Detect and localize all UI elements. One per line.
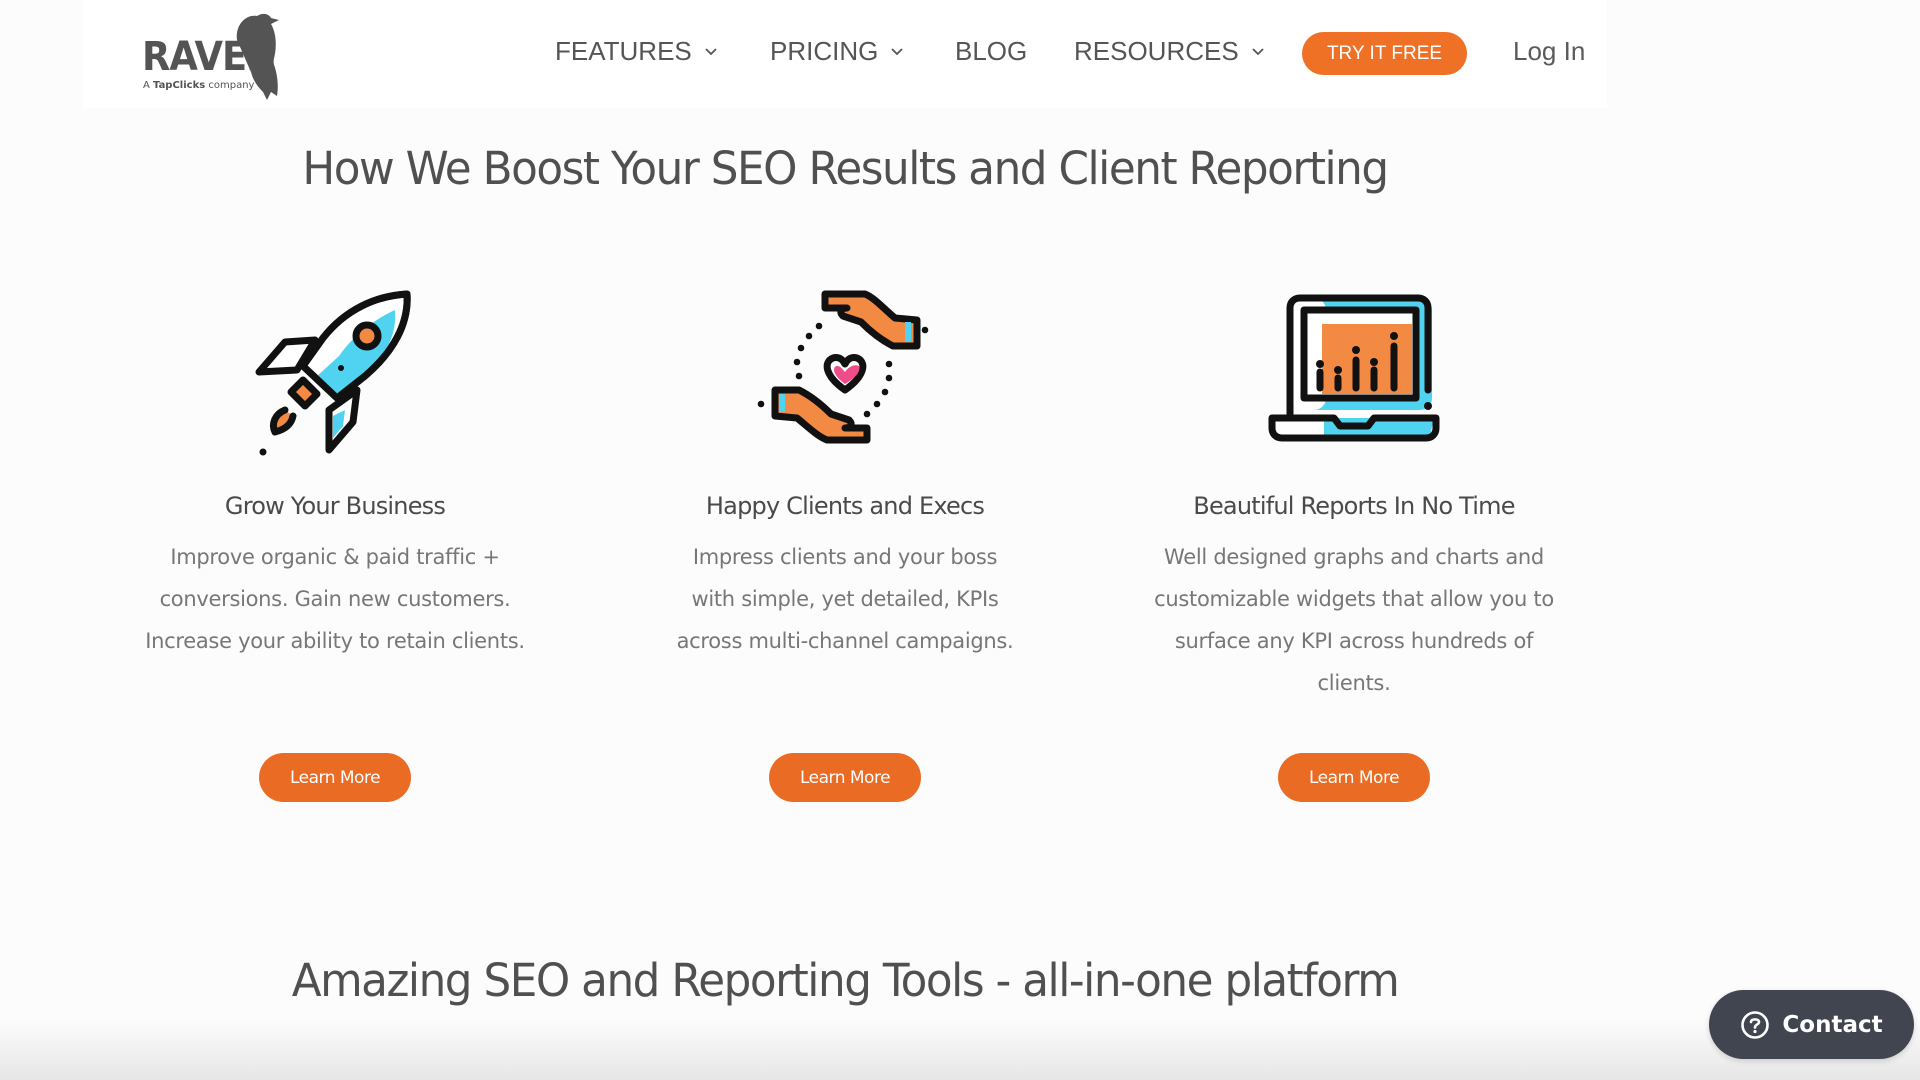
feature-card-grow: Grow Your Business Improve organic & pai… xyxy=(115,280,555,662)
logo-wordmark: RAVEN xyxy=(142,34,277,80)
question-circle-icon xyxy=(1741,1010,1770,1039)
card-title: Grow Your Business xyxy=(224,492,446,520)
chevron-down-icon xyxy=(891,47,903,55)
nav-pricing-label: PRICING xyxy=(770,36,879,66)
nav-blog-label: BLOG xyxy=(955,36,1028,66)
contact-label: Contact xyxy=(1782,1011,1883,1038)
laptop-chart-icon xyxy=(1134,280,1574,470)
rocket-icon xyxy=(115,280,555,470)
raven-logo[interactable]: RAVEN A TapClicks company xyxy=(142,10,282,102)
learn-more-button-reports[interactable]: Learn More xyxy=(1278,753,1430,802)
chevron-down-icon xyxy=(1252,47,1264,55)
nav-resources[interactable]: RESOURCES xyxy=(1074,36,1265,67)
chevron-down-icon xyxy=(705,47,717,55)
tagline-prefix: A xyxy=(143,80,154,91)
section-title-boost: How We Boost Your SEO Results and Client… xyxy=(302,142,1389,195)
learn-more-button-clients[interactable]: Learn More xyxy=(769,753,921,802)
nav-pricing[interactable]: PRICING xyxy=(770,36,904,67)
card-title: Beautiful Reports In No Time xyxy=(1193,492,1515,520)
card-description: Impress clients and your boss with simpl… xyxy=(676,545,1014,653)
nav-features-label: FEATURES xyxy=(555,36,692,66)
card-description: Improve organic & paid traffic + convers… xyxy=(145,545,525,653)
feature-card-reports: Beautiful Reports In No Time Well design… xyxy=(1134,280,1574,704)
tagline-suffix: company xyxy=(205,80,255,91)
section-title-tools: Amazing SEO and Reporting Tools - all-in… xyxy=(291,954,1400,1007)
try-it-free-button[interactable]: TRY IT FREE xyxy=(1302,32,1467,75)
nav-blog[interactable]: BLOG xyxy=(955,36,1027,67)
site-header: RAVEN A TapClicks company FEATURES PRICI… xyxy=(82,0,1607,108)
login-link[interactable]: Log In xyxy=(1513,36,1585,67)
contact-button[interactable]: Contact xyxy=(1709,990,1914,1059)
logo-tagline: A TapClicks company xyxy=(143,80,254,91)
tagline-brand: TapClicks xyxy=(153,80,206,91)
nav-features[interactable]: FEATURES xyxy=(555,36,718,67)
hands-heart-icon xyxy=(625,280,1065,470)
feature-card-clients: Happy Clients and Execs Impress clients … xyxy=(625,280,1065,662)
nav-resources-label: RESOURCES xyxy=(1074,36,1239,66)
card-description: Well designed graphs and charts and cust… xyxy=(1154,545,1554,695)
learn-more-button-grow[interactable]: Learn More xyxy=(259,753,411,802)
bottom-fade xyxy=(0,1020,1920,1080)
card-title: Happy Clients and Execs xyxy=(705,492,985,520)
